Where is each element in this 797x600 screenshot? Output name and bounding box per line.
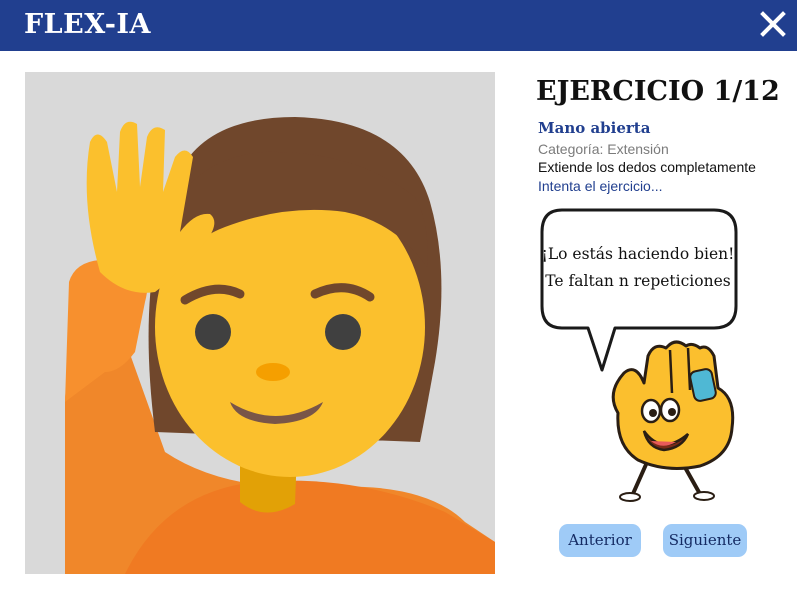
- exercise-title: EJERCICIO 1/12: [536, 76, 780, 107]
- hand-mascot-icon: [611, 340, 735, 502]
- close-button[interactable]: [755, 6, 791, 42]
- person-raising-hand-emoji: [65, 117, 495, 574]
- camera-view: [25, 72, 495, 574]
- next-button[interactable]: Siguiente: [663, 524, 747, 557]
- feedback-line-2: Te faltan n repeticiones: [545, 272, 731, 290]
- exercise-prompt: Intenta el ejercicio...: [538, 178, 663, 194]
- exercise-description: Extiende los dedos completamente: [538, 159, 756, 175]
- app-header: FLEX-IA: [0, 0, 797, 51]
- previous-button[interactable]: Anterior: [559, 524, 641, 557]
- feedback-line-1: ¡Lo estás haciendo bien!: [541, 245, 735, 263]
- app-title: FLEX-IA: [24, 9, 152, 40]
- close-icon: [760, 11, 786, 37]
- hand-mascot: [596, 338, 746, 503]
- exercise-name: Mano abierta: [538, 119, 651, 137]
- exercise-category: Categoría: Extensión: [538, 141, 669, 157]
